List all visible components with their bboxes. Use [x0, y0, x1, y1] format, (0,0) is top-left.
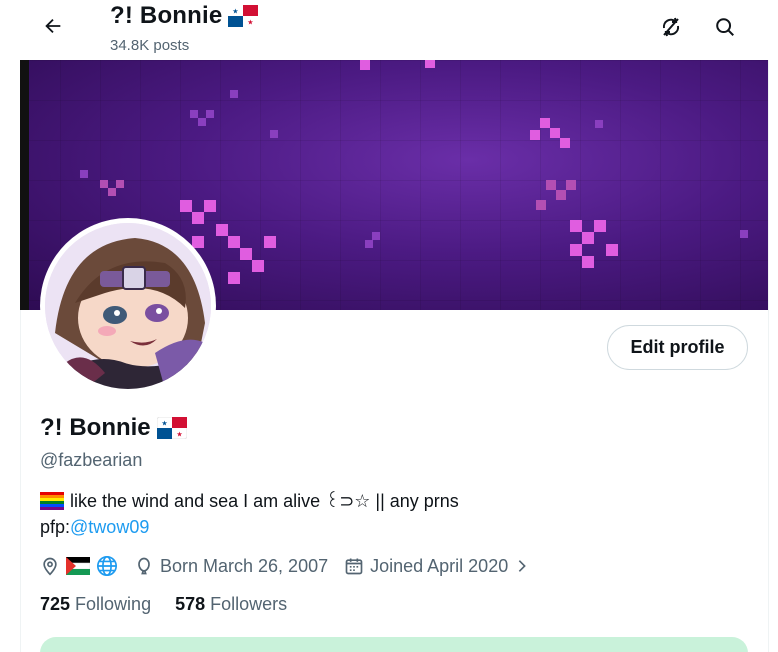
svg-text:★: ★	[233, 8, 239, 16]
birthday-item: Born March 26, 2007	[134, 556, 328, 577]
follow-stats: 725 Following 578 Followers	[40, 594, 287, 615]
display-name: ?! Bonnie	[40, 414, 151, 441]
profile-avatar[interactable]	[40, 218, 216, 394]
sync-button[interactable]	[653, 9, 689, 45]
following-count: 725	[40, 594, 71, 614]
followers-link[interactable]: 578 Followers	[175, 594, 287, 615]
avatar-image	[45, 223, 211, 389]
balloon-icon	[138, 557, 150, 575]
bio-pfp-prefix: pfp:	[40, 517, 71, 537]
followers-count: 578	[175, 594, 206, 614]
search-icon	[716, 18, 734, 36]
edit-profile-button[interactable]: Edit profile	[607, 325, 748, 370]
panama-flag-icon: ★ ★	[228, 5, 259, 27]
profile-name: ?! Bonnie ★ ★	[40, 414, 187, 442]
bio-line-1: like the wind and sea I am alive ꒰⊃☆ || …	[70, 491, 459, 511]
following-link[interactable]: 725 Following	[40, 594, 151, 615]
back-arrow-icon	[45, 18, 61, 34]
back-button[interactable]	[36, 9, 70, 43]
svg-text:★: ★	[176, 431, 182, 439]
profile-handle: @fazbearian	[40, 450, 143, 470]
joined-date: Joined April 2020	[370, 555, 509, 576]
profile-meta: Born March 26, 2007 Joined April 2020	[40, 552, 546, 580]
joined-item[interactable]: Joined April 2020	[344, 556, 530, 577]
chevron-right-icon	[518, 560, 527, 572]
panama-flag-icon: ★ ★	[156, 417, 187, 439]
svg-text:★: ★	[248, 19, 254, 27]
bio-pfp-link[interactable]: @twow09	[70, 517, 149, 537]
following-label: Following	[75, 594, 152, 614]
header-title: ?! Bonnie ★ ★	[110, 2, 259, 30]
location-item	[40, 555, 118, 577]
promo-card[interactable]	[40, 637, 748, 652]
svg-text:★: ★	[161, 420, 167, 428]
globe-icon	[97, 556, 117, 576]
followers-label: Followers	[210, 594, 288, 614]
profile-bio: like the wind and sea I am alive ꒰⊃☆ || …	[40, 488, 459, 540]
search-button[interactable]	[707, 9, 743, 45]
palestine-flag-icon	[66, 557, 90, 575]
born-date: Born March 26, 2007	[160, 555, 329, 576]
header-title-text: ?! Bonnie	[110, 2, 223, 29]
rainbow-flag-icon	[40, 492, 64, 510]
calendar-icon	[345, 558, 363, 575]
location-icon	[43, 557, 57, 576]
no-sync-icon	[662, 17, 680, 37]
post-count: 34.8K posts	[110, 37, 190, 54]
top-bar: ?! Bonnie ★ ★ 34.8K posts	[0, 0, 778, 60]
